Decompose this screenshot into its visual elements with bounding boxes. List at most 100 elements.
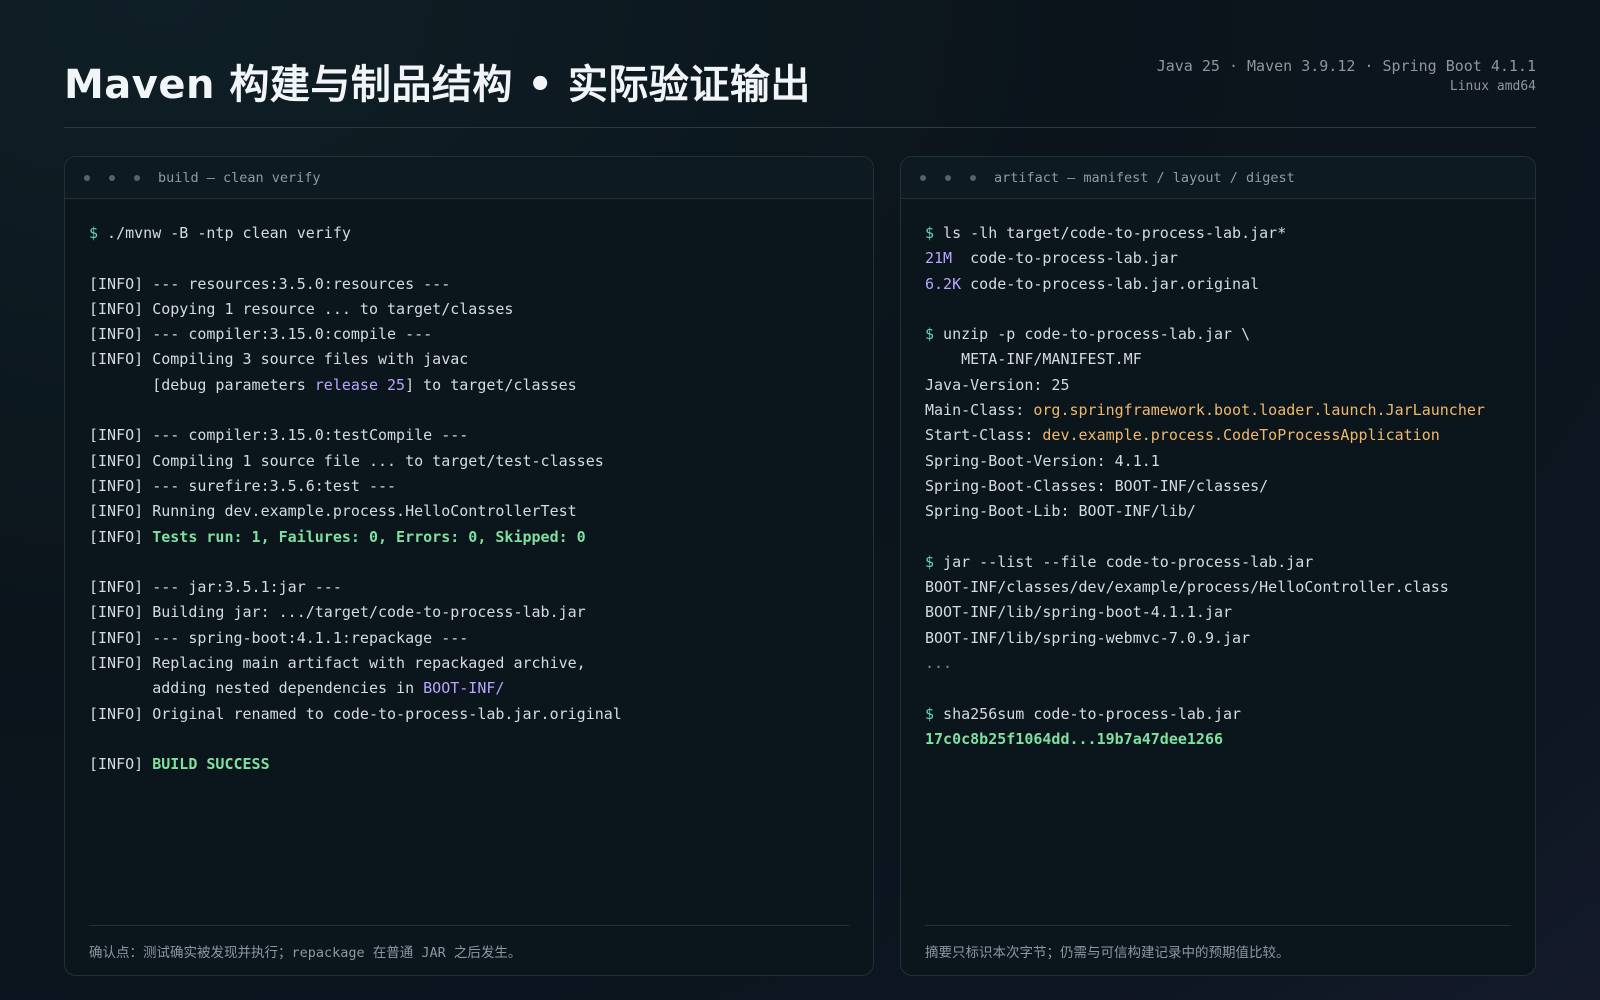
prompt-symbol: $ (925, 704, 935, 723)
terminal-line: $ jar --list --file code-to-process-lab.… (925, 550, 1511, 575)
terminal-line: [INFO] --- resources:3.5.0:resources --- (89, 272, 849, 297)
terminal-line: adding nested dependencies in BOOT-INF/ (89, 676, 849, 701)
line-text: BOOT-INF/lib/spring-boot-4.1.1.jar (925, 603, 1233, 622)
terminal-line: Spring-Boot-Classes: BOOT-INF/classes/ (925, 474, 1511, 499)
artifact-panel-footer: 摘要只标识本次字节；仍需与可信构建记录中的预期值比较。 (925, 925, 1511, 975)
class-name: dev.example.process.CodeToProcessApplica… (1042, 426, 1440, 445)
line-text: [INFO] --- surefire:3.5.6:test --- (89, 476, 397, 495)
terminal-line: 17c0c8b25f1064dd...19b7a47dee1266 (925, 727, 1511, 752)
header-divider (64, 127, 1536, 128)
window-dot-icon (970, 174, 976, 181)
terminal-line: [INFO] --- compiler:3.15.0:compile --- (89, 322, 849, 347)
line-text: [debug parameters (89, 375, 315, 394)
terminal-line: [INFO] Compiling 3 source files with jav… (89, 347, 849, 372)
line-text: jar --list --file code-to-process-lab.ja… (934, 552, 1314, 571)
window-dot-icon (84, 174, 90, 181)
build-panel-title: build — clean verify (158, 169, 321, 186)
artifact-panel-titlebar: artifact — manifest / layout / digest (901, 157, 1535, 199)
highlight-text: release 25 (314, 375, 406, 394)
terminal-line: 21M code-to-process-lab.jar (925, 246, 1511, 271)
line-text: sha256sum code-to-process-lab.jar (934, 704, 1242, 723)
line-text: [INFO] Copying 1 resource ... to target/… (89, 299, 514, 318)
terminal-line: [INFO] Compiling 1 source file ... to ta… (89, 449, 849, 474)
artifact-terminal-panel: artifact — manifest / layout / digest $ … (900, 156, 1536, 976)
line-text: BOOT-INF/lib/spring-webmvc-7.0.9.jar (925, 628, 1251, 647)
terminal-line: 6.2K code-to-process-lab.jar.original (925, 272, 1511, 297)
terminal-line: [INFO] Replacing main artifact with repa… (89, 651, 849, 676)
environment-info: Java 25 · Maven 3.9.12 · Spring Boot 4.1… (1157, 56, 1536, 98)
line-text: [INFO] Building jar: .../target/code-to-… (89, 603, 586, 622)
window-dot-icon (945, 174, 951, 181)
line-text: Start-Class: (925, 426, 1043, 445)
line-text: META-INF/MANIFEST.MF (925, 350, 1142, 369)
file-size: 21M (925, 249, 962, 268)
prompt-symbol: $ (89, 224, 99, 242)
terminal-line: [INFO] Running dev.example.process.Hello… (89, 499, 849, 524)
terminal-line: [INFO] --- jar:3.5.1:jar --- (89, 575, 849, 600)
prompt-symbol: $ (925, 552, 935, 571)
line-text: Spring-Boot-Lib: BOOT-INF/lib/ (925, 502, 1196, 521)
terminal-line: META-INF/MANIFEST.MF (925, 347, 1511, 372)
line-text: [INFO] Compiling 1 source file ... to ta… (89, 451, 604, 470)
terminal-line: [INFO] --- spring-boot:4.1.1:repackage -… (89, 626, 849, 651)
artifact-panel-title: artifact — manifest / layout / digest (994, 169, 1295, 186)
terminal-line: Spring-Boot-Lib: BOOT-INF/lib/ (925, 499, 1511, 524)
terminal-line: [INFO] Tests run: 1, Failures: 0, Errors… (89, 525, 849, 550)
prompt-symbol: $ (925, 325, 935, 344)
platform-info: Linux amd64 (1449, 79, 1536, 94)
line-text: [INFO] (89, 527, 153, 546)
terminal-line: BOOT-INF/lib/spring-webmvc-7.0.9.jar (925, 626, 1511, 651)
window-dot-icon (920, 174, 926, 181)
line-text: adding nested dependencies in (89, 679, 424, 698)
terminal-line: [INFO] Building jar: .../target/code-to-… (89, 600, 849, 625)
line-text: code-to-process-lab.jar (961, 249, 1178, 268)
highlight-text: BOOT-INF/ (423, 679, 505, 698)
line-text: [INFO] Compiling 3 source files with jav… (89, 350, 469, 369)
line-text: code-to-process-lab.jar.original (961, 274, 1260, 293)
terminal-line: Start-Class: dev.example.process.CodeToP… (925, 423, 1511, 448)
line-text: [INFO] --- jar:3.5.1:jar --- (89, 578, 342, 597)
terminal-line: Main-Class: org.springframework.boot.loa… (925, 398, 1511, 423)
success-text: BUILD SUCCESS (152, 755, 270, 774)
file-size: 6.2K (925, 274, 962, 293)
line-text: [INFO] Original renamed to code-to-proce… (89, 704, 622, 723)
terminal-line: [debug parameters release 25] to target/… (89, 373, 849, 398)
version-info: Java 25 · Maven 3.9.12 · Spring Boot 4.1… (1156, 57, 1536, 75)
terminal-line: [INFO] --- compiler:3.15.0:testCompile -… (89, 423, 849, 448)
terminal-line: [INFO] --- surefire:3.5.6:test --- (89, 474, 849, 499)
terminal-line: $ ls -lh target/code-to-process-lab.jar* (925, 221, 1511, 246)
terminal-line: [INFO] Copying 1 resource ... to target/… (89, 297, 849, 322)
line-text: [INFO] --- spring-boot:4.1.1:repackage -… (89, 628, 469, 647)
terminal-line: [INFO] BUILD SUCCESS (89, 752, 849, 777)
artifact-output: $ ls -lh target/code-to-process-lab.jar*… (901, 199, 1535, 752)
terminal-line: [INFO] Original renamed to code-to-proce… (89, 702, 849, 727)
terminal-line: ... (925, 651, 1511, 676)
terminal-line: BOOT-INF/lib/spring-boot-4.1.1.jar (925, 600, 1511, 625)
line-text: [INFO] --- compiler:3.15.0:testCompile -… (89, 426, 469, 445)
line-text: [INFO] --- compiler:3.15.0:compile --- (89, 325, 433, 344)
line-text: [INFO] (89, 755, 153, 774)
line-text: unzip -p code-to-process-lab.jar \ (934, 325, 1251, 344)
terminal-line: Spring-Boot-Version: 4.1.1 (925, 449, 1511, 474)
success-text: Tests run: 1, Failures: 0, Errors: 0, Sk… (152, 527, 586, 546)
terminal-line: Java-Version: 25 (925, 373, 1511, 398)
line-text: BOOT-INF/classes/dev/example/process/Hel… (925, 578, 1449, 597)
line-text: Java-Version: 25 (925, 375, 1070, 394)
line-text: [INFO] Replacing main artifact with repa… (89, 654, 586, 673)
build-panel-footer: 确认点：测试确实被发现并执行；repackage 在普通 JAR 之后发生。 (89, 925, 849, 975)
line-text: [INFO] Running dev.example.process.Hello… (89, 502, 577, 521)
build-terminal-panel: build — clean verify $ ./mvnw -B -ntp cl… (64, 156, 874, 976)
line-text: Spring-Boot-Version: 4.1.1 (925, 451, 1160, 470)
window-dot-icon (109, 174, 115, 181)
line-text: Main-Class: (925, 401, 1034, 420)
build-panel-titlebar: build — clean verify (65, 157, 873, 199)
terminal-line: BOOT-INF/classes/dev/example/process/Hel… (925, 575, 1511, 600)
terminal-line: $ ./mvnw -B -ntp clean verify (89, 221, 849, 246)
